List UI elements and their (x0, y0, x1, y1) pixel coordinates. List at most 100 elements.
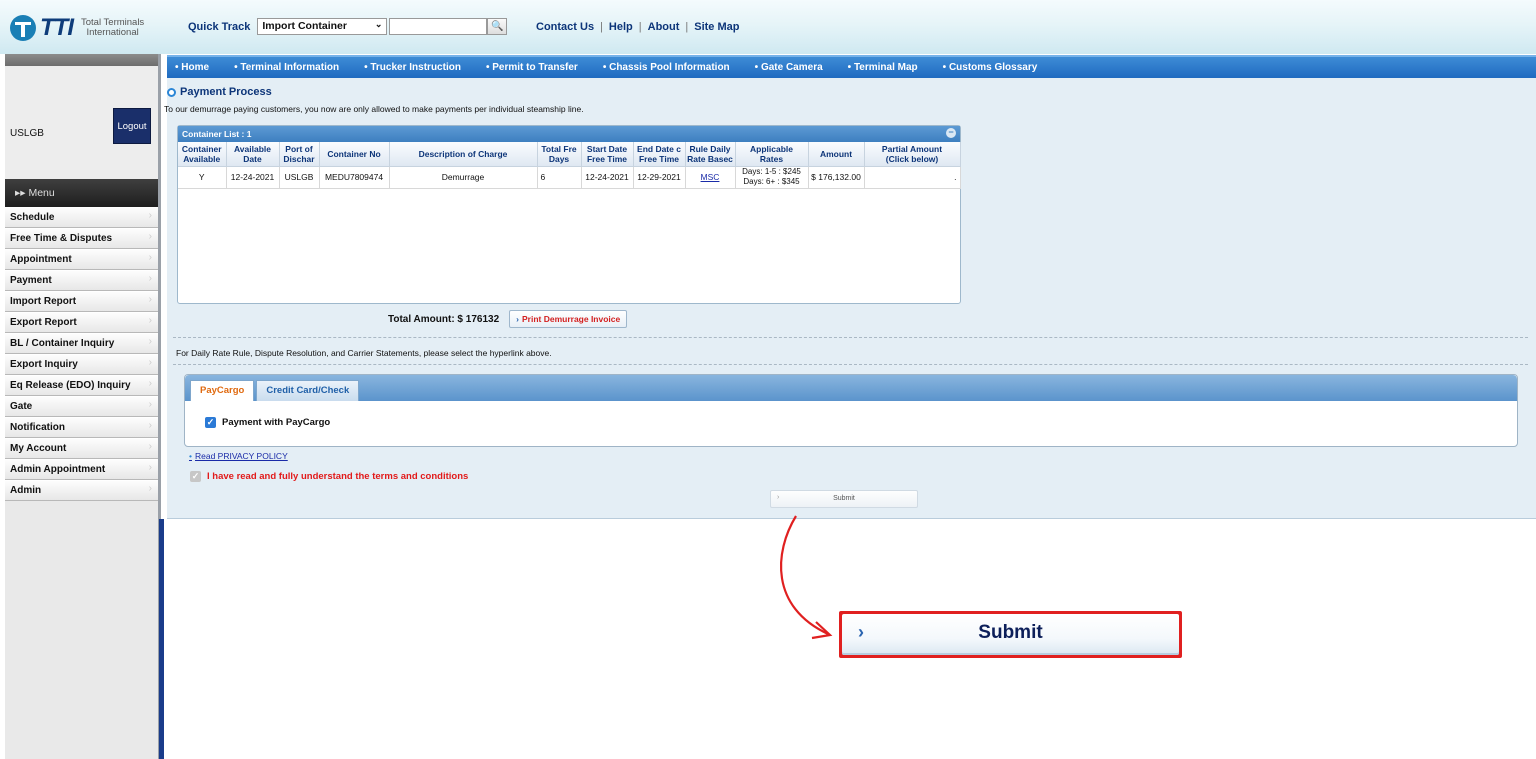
terms-label: I have read and fully understand the ter… (207, 471, 469, 482)
nav-chassis-pool-information[interactable]: Chassis Pool Information (603, 62, 730, 73)
privacy-policy-row: • Read PRIVACY POLICY (189, 451, 288, 461)
quick-track-select-value: Import Container (262, 20, 347, 32)
col-port-of-discharge[interactable]: Port of Dischar (279, 142, 320, 167)
header: TTI Total Terminals International Quick … (0, 0, 1536, 54)
chevron-right-icon: › (516, 314, 519, 324)
nav-trucker-instruction[interactable]: Trucker Instruction (364, 62, 461, 73)
terms-checkbox[interactable]: ✓ (190, 471, 201, 482)
col-container-no[interactable]: Container No (319, 142, 390, 167)
container-list-header: Container List : 1 − (178, 126, 960, 142)
msc-rule-link[interactable]: MSC (701, 172, 720, 182)
col-description[interactable]: Description of Charge (389, 142, 538, 167)
sidebar-item-eq-release-inquiry[interactable]: Eq Release (EDO) Inquiry (5, 375, 158, 396)
sidebar-item-admin[interactable]: Admin (5, 480, 158, 501)
col-partial-amount[interactable]: Partial Amount (Click below) (864, 142, 961, 167)
tab-paycargo[interactable]: PayCargo (190, 380, 255, 401)
site-map-link[interactable]: Site Map (694, 21, 739, 33)
nav-home[interactable]: Home (175, 62, 209, 73)
sidebar-item-notification[interactable]: Notification (5, 417, 158, 438)
col-applicable-rates[interactable]: Applicable Rates (735, 142, 809, 167)
terms-row: ✓ I have read and fully understand the t… (190, 471, 468, 482)
logout-button[interactable]: Logout (113, 108, 151, 144)
collapse-icon[interactable]: − (946, 128, 956, 138)
user-box: USLGB Logout (5, 66, 158, 179)
tti-logo[interactable]: TTI Total Terminals International (10, 14, 144, 42)
cell-rule: MSC (685, 166, 736, 189)
user-name: USLGB (10, 128, 44, 139)
nav-terminal-map[interactable]: Terminal Map (848, 62, 918, 73)
page-title: Payment Process (167, 86, 272, 98)
col-amount[interactable]: Amount (808, 142, 865, 167)
sidebar-item-import-report[interactable]: Import Report (5, 291, 158, 312)
sidebar-item-admin-appointment[interactable]: Admin Appointment (5, 459, 158, 480)
col-end-date[interactable]: End Date c Free Time (633, 142, 686, 167)
sidebar-item-payment[interactable]: Payment (5, 270, 158, 291)
cell-partial-amount[interactable]: . (864, 166, 961, 189)
bullet-icon: • (189, 451, 192, 461)
nav-gate-camera[interactable]: Gate Camera (755, 62, 823, 73)
cell-port: USLGB (279, 166, 320, 189)
col-container-available[interactable]: Container Available (178, 142, 227, 167)
logo-subtitle-line2: International (86, 27, 139, 38)
info-note: For Daily Rate Rule, Dispute Resolution,… (176, 348, 552, 358)
cell-end-date: 12-29-2021 (633, 166, 686, 189)
divider (173, 337, 1528, 338)
nav-customs-glossary[interactable]: Customs Glossary (943, 62, 1037, 73)
sidebar-item-export-inquiry[interactable]: Export Inquiry (5, 354, 158, 375)
table-row: Y 12-24-2021 USLGB MEDU7809474 Demurrage… (178, 166, 961, 189)
nav-terminal-information[interactable]: Terminal Information (234, 62, 339, 73)
quick-track-label: Quick Track (188, 20, 251, 33)
col-available-date[interactable]: Available Date (226, 142, 280, 167)
cell-available-date: 12-24-2021 (226, 166, 280, 189)
title-bullet-icon (167, 87, 176, 97)
submit-button[interactable]: › Submit (770, 490, 918, 508)
menu-header: ▸▸ Menu (5, 179, 158, 207)
search-icon: 🔍 (491, 21, 504, 32)
callout-arrow-icon (780, 515, 833, 640)
search-button[interactable]: 🔍 (487, 18, 508, 35)
chevron-down-icon: ⌄ (374, 19, 383, 29)
submit-button-zoom-inner: › Submit (842, 614, 1179, 655)
print-button-label: Print Demurrage Invoice (521, 314, 621, 324)
quick-track-select[interactable]: Import Container ⌄ (257, 18, 388, 35)
sidebar-item-schedule[interactable]: Schedule (5, 207, 158, 228)
cell-container-no: MEDU7809474 (319, 166, 390, 189)
contact-us-link[interactable]: Contact Us (536, 21, 594, 33)
payment-method-panel: PayCargo Credit Card/Check ✓ Payment wit… (184, 374, 1518, 447)
sidebar-item-my-account[interactable]: My Account (5, 438, 158, 459)
sidebar-item-appointment[interactable]: Appointment (5, 249, 158, 270)
logo-text: TTI (40, 14, 74, 41)
table-header-row: Container Available Available Date Port of… (178, 142, 961, 167)
cell-amount: $ 176,132.00 (808, 166, 865, 189)
sidebar-top-bar (5, 54, 158, 66)
col-start-date[interactable]: Start Date Free Time (581, 142, 634, 167)
tab-credit-card-check[interactable]: Credit Card/Check (256, 380, 360, 401)
submit-button-zoom[interactable]: › Submit (839, 611, 1182, 658)
paycargo-checkbox-row[interactable]: ✓ Payment with PayCargo (205, 417, 330, 428)
sidebar-item-free-time-disputes[interactable]: Free Time & Disputes (5, 228, 158, 249)
total-row: Total Amount: $ 176132 › Print Demurrage … (388, 310, 628, 328)
paycargo-checkbox[interactable]: ✓ (205, 417, 216, 428)
separator: | (685, 21, 689, 33)
quick-track-input[interactable] (389, 18, 488, 35)
payment-tabs: PayCargo Credit Card/Check (185, 375, 1517, 401)
col-total-free-days[interactable]: Total Fre Days (537, 142, 582, 167)
privacy-policy-link[interactable]: Read PRIVACY POLICY (195, 451, 288, 461)
col-rule-daily-rate[interactable]: Rule Daily Rate Basec (685, 142, 736, 167)
submit-button-label: Submit (833, 495, 855, 502)
cell-start-date: 12-24-2021 (581, 166, 634, 189)
sidebar-item-bl-container-inquiry[interactable]: BL / Container Inquiry (5, 333, 158, 354)
help-link[interactable]: Help (609, 21, 633, 33)
about-link[interactable]: About (648, 21, 680, 33)
sidebar-item-export-report[interactable]: Export Report (5, 312, 158, 333)
cell-description: Demurrage (389, 166, 538, 189)
nav-permit-to-transfer[interactable]: Permit to Transfer (486, 62, 578, 73)
print-demurrage-invoice-button[interactable]: › Print Demurrage Invoice (509, 310, 628, 328)
top-links: Contact Us | Help | About | Site Map (536, 21, 739, 33)
sidebar-item-gate[interactable]: Gate (5, 396, 158, 417)
sidebar-edge (159, 519, 164, 759)
rates-line-1: Days: 1-5 : $245 (742, 167, 801, 176)
tti-logo-icon (10, 15, 36, 41)
quick-track: Quick Track Import Container ⌄ 🔍 (188, 18, 508, 35)
separator: | (600, 21, 603, 33)
